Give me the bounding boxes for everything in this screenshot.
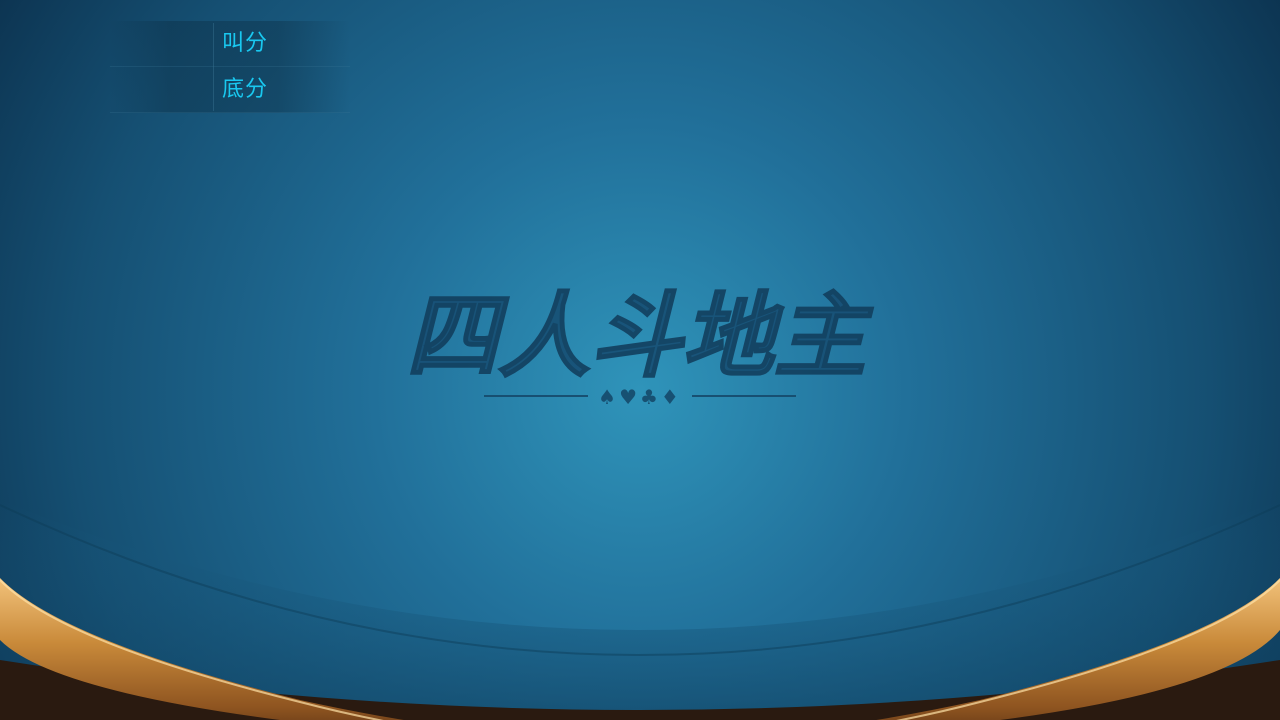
base-score-row: 底分 (110, 67, 350, 113)
suit-ornament: ♠♥♣♦ (598, 385, 682, 409)
game-table: 四人斗地主 ♠♥♣♦ 叫分 底分 (0, 0, 1280, 720)
logo-title: 四人斗地主 (406, 283, 874, 390)
call-score-row: 叫分 (110, 21, 350, 67)
call-score-label: 叫分 (222, 31, 269, 56)
base-score-label: 底分 (222, 77, 269, 102)
score-panel: 叫分 底分 (110, 21, 350, 113)
